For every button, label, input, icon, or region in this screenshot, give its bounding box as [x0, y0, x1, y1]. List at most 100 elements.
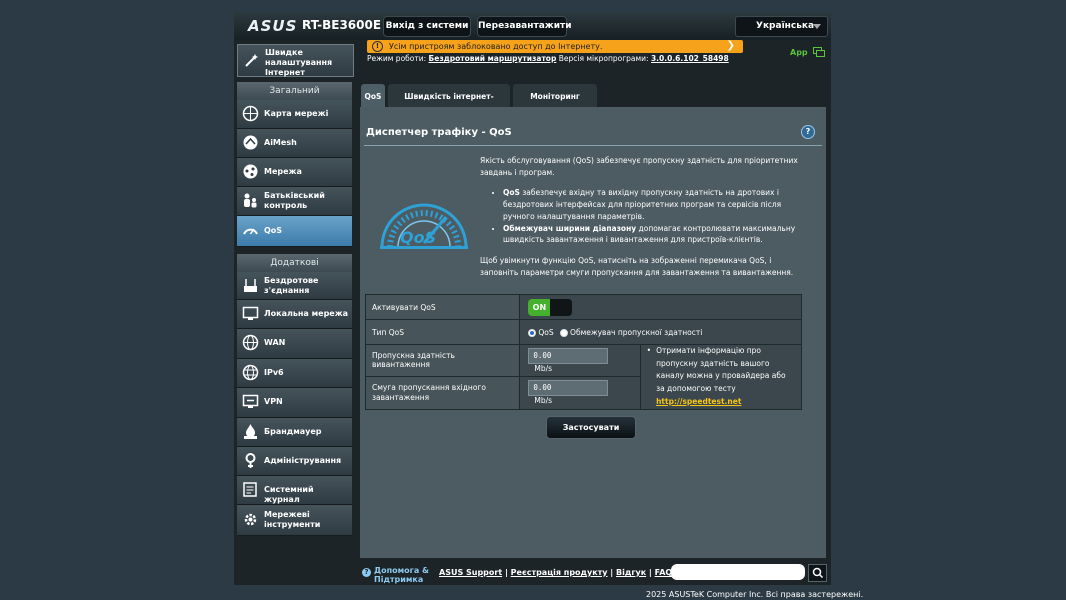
sidebar-item-network[interactable]: Мережа	[237, 158, 352, 187]
outro-text: Щоб увімкнути функцію QoS, натисніть на …	[480, 255, 794, 277]
sidebar-item-label: QoS	[264, 226, 283, 235]
product-registration-link[interactable]: Реєстрація продукту	[511, 568, 608, 577]
tab-traffic-monitor[interactable]: Моніторинг трафіку	[513, 84, 597, 127]
download-bandwidth-input[interactable]: 0.00	[528, 380, 609, 397]
app-link[interactable]: App	[790, 47, 826, 58]
footer-links: ASUS Support | Реєстрація продукту | Від…	[439, 568, 673, 577]
enable-qos-label: Активувати QoS	[364, 294, 521, 320]
firewall-icon	[244, 424, 257, 439]
sidebar-item-vpn[interactable]: VPN	[237, 388, 352, 418]
ipv6-icon	[242, 364, 259, 381]
section-general: Загальний	[237, 82, 352, 101]
operation-mode-link[interactable]: Бездротовий маршрутизатор	[429, 54, 557, 63]
model-name: RT-BE3600E	[302, 18, 382, 32]
firmware-version-link[interactable]: 3.0.0.6.102_58498	[651, 54, 729, 63]
sidebar-item-label: Локальна мережа	[264, 309, 349, 318]
upload-bandwidth-input[interactable]: 0.00	[528, 347, 609, 364]
sidebar-item-label: Бездротове з'єднання	[264, 276, 319, 295]
sidebar-item-qos[interactable]: QoS	[237, 216, 352, 247]
quick-setup-line-2: налаштування	[265, 58, 333, 67]
language-select[interactable]: Українська	[735, 16, 828, 37]
chevron-down-icon	[813, 24, 821, 29]
qos-type-option-limiter: Обмежувач пропускної здатності	[570, 327, 703, 337]
bandwidth-note-text: Отримати інформацію про пропускну здатні…	[656, 346, 786, 394]
sidebar-item-lan[interactable]: Локальна мережа	[237, 300, 352, 329]
bullet-qos-title: QoS	[503, 188, 520, 198]
footer-search-button[interactable]	[808, 564, 827, 582]
network-icon	[243, 164, 258, 179]
feedback-link[interactable]: Відгук	[616, 568, 646, 577]
qos-toggle[interactable]: ON	[528, 298, 573, 316]
vpn-icon	[242, 394, 259, 408]
toggle-knob	[550, 298, 573, 316]
sidebar-item-administration[interactable]: Адміністрування	[237, 447, 352, 476]
qos-settings-table: Активувати QoS ON Тип QoS QoS Обмежувач …	[364, 294, 803, 410]
qos-type-radio-qos[interactable]	[528, 328, 537, 337]
intro-text: Якість обслуговування (QoS) забезпечує п…	[480, 156, 798, 177]
sidebar-item-label: Системний журнал	[264, 485, 314, 504]
qos-panel: Диспетчер трафіку - QoS ? QoS Якість обс…	[360, 107, 826, 558]
download-unit: Mb/s	[534, 396, 553, 406]
mode-label: Режим роботи:	[367, 54, 427, 63]
reboot-button[interactable]: Перезавантажити	[477, 16, 572, 37]
aimesh-icon	[243, 135, 258, 150]
download-bandwidth-label: Смуга пропускання вхідного завантаження	[364, 375, 521, 410]
sidebar-item-label: IPv6	[264, 368, 284, 377]
sidebar-item-firewall[interactable]: Брандмауер	[237, 418, 352, 447]
qos-type-radio-limiter[interactable]	[560, 328, 569, 337]
bullet-qos-text: забезпечує вхідну та вихідну пропускну з…	[503, 188, 782, 221]
alert-text: Усім пристроям заблоковано доступ до Інт…	[389, 42, 603, 51]
asus-support-link[interactable]: ASUS Support	[439, 568, 502, 577]
qos-type-label: Тип QoS	[364, 319, 521, 345]
lan-icon	[242, 306, 259, 320]
status-line: Режим роботи: Бездротовий маршрутизатор …	[367, 53, 729, 64]
qos-description: Якість обслуговування (QoS) забезпечує п…	[480, 155, 810, 287]
upload-unit: Mb/s	[534, 363, 553, 373]
sidebar-item-label: VPN	[264, 397, 283, 406]
copyright-text: 2025 ASUSTeK Computer Inc. Всі права зас…	[646, 590, 864, 599]
app-icon	[813, 47, 826, 57]
bandwidth-note: • Отримати інформацію про пропускну здат…	[639, 344, 803, 410]
wireless-icon	[244, 279, 257, 292]
firmware-label: Версія мікропрограми:	[558, 54, 649, 63]
warning-icon: !	[372, 41, 383, 52]
title-divider	[364, 145, 822, 146]
enable-qos-cell: ON	[519, 294, 802, 320]
footer-search-input[interactable]	[671, 564, 805, 580]
logout-button[interactable]: Вихід з системи	[383, 16, 471, 37]
tab-internet-speed[interactable]: Швидкість інтернет-з'єднання	[388, 84, 510, 127]
speedtest-link[interactable]: http://speedtest.net	[656, 397, 741, 406]
question-icon: ?	[362, 568, 371, 577]
wan-icon	[242, 334, 259, 351]
apply-button[interactable]: Застосувати	[546, 416, 636, 439]
alert-banner[interactable]: ! Усім пристроям заблоковано доступ до І…	[367, 40, 743, 53]
tab-qos[interactable]: QoS	[361, 84, 385, 107]
search-icon	[812, 567, 824, 579]
download-bandwidth-cell: 0.00Mb/s	[519, 375, 641, 410]
chevron-right-icon: ❯	[726, 40, 735, 51]
app-label: App	[790, 48, 808, 57]
sidebar-item-system-log[interactable]: Системний журнал	[237, 476, 352, 505]
sidebar-item-ipv6[interactable]: IPv6	[237, 359, 352, 388]
qos-speedometer-icon: QoS	[380, 203, 468, 249]
qos-type-option-qos: QoS	[538, 327, 554, 337]
parental-control-icon	[244, 193, 257, 208]
upload-bandwidth-label: Пропускна здатність вивантаження	[364, 344, 521, 377]
page-title: Диспетчер трафіку - QoS	[366, 127, 512, 138]
sidebar-item-label: Адміністрування	[264, 456, 342, 465]
sidebar-item-label: WAN	[264, 338, 286, 347]
sidebar-item-network-tools[interactable]: Мережеві інструменти	[237, 505, 352, 536]
sidebar-item-label: Мережа	[264, 167, 302, 176]
help-icon[interactable]: ?	[801, 125, 815, 139]
sidebar-item-wireless[interactable]: Бездротове з'єднання	[237, 272, 352, 300]
sidebar-item-wan[interactable]: WAN	[237, 329, 352, 359]
faq-link[interactable]: FAQ	[655, 568, 673, 577]
sidebar-item-label: Мережеві інструменти	[264, 510, 321, 529]
network-map-icon	[242, 105, 259, 122]
sidebar-item-label: AiMesh	[264, 138, 297, 147]
sidebar-item-parental-control[interactable]: Батьківський контроль	[237, 187, 352, 216]
quick-setup-button[interactable]: Швидке налаштування Інтернет	[237, 44, 354, 77]
sidebar-item-aimesh[interactable]: AiMesh	[237, 129, 352, 158]
sidebar-item-label: Брандмауер	[264, 427, 322, 436]
sidebar-item-network-map[interactable]: Карта мережі	[237, 100, 352, 129]
